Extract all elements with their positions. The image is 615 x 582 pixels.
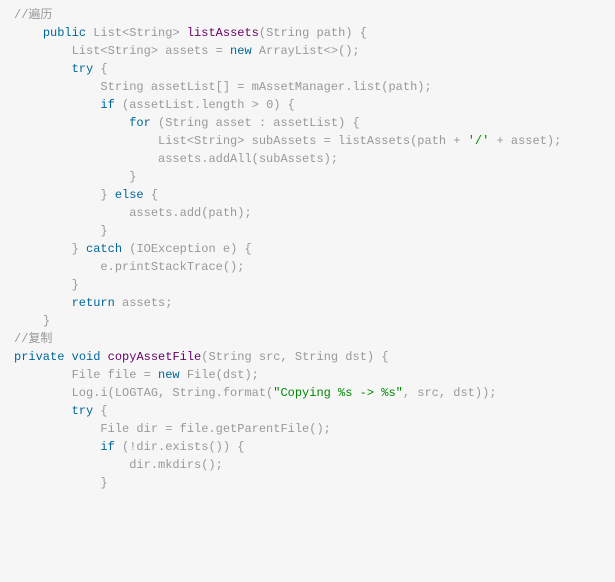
code-line: } — [0, 168, 615, 186]
code-token: new — [158, 368, 180, 382]
code-line: if (!dir.exists()) { — [0, 438, 615, 456]
code-token — [151, 116, 158, 130]
code-token — [100, 350, 107, 364]
code-token: public — [43, 26, 86, 40]
code-token: return — [72, 296, 115, 310]
code-line: } catch (IOException e) { — [0, 240, 615, 258]
code-line: } — [0, 474, 615, 492]
code-line: if (assetList.length > 0) { — [0, 96, 615, 114]
code-token: String asset : assetList — [165, 116, 338, 130]
code-token: assets; — [115, 296, 173, 310]
code-token: void — [72, 350, 101, 364]
code-token: String src, String dst — [208, 350, 366, 364]
code-token: for — [129, 116, 151, 130]
code-token: { — [381, 350, 388, 364]
code-line: } — [0, 312, 615, 330]
code-token: assetList.length > — [129, 98, 266, 112]
code-token — [252, 44, 259, 58]
code-token — [144, 188, 151, 202]
code-token: ) — [345, 26, 352, 40]
code-block: //遍历 public List<String> listAssets(Stri… — [0, 0, 615, 498]
code-token: , src, dst)); — [403, 386, 497, 400]
code-line: assets.addAll(subAssets); — [0, 150, 615, 168]
code-token — [115, 440, 122, 454]
code-token: private — [14, 350, 64, 364]
code-token: { — [244, 242, 251, 256]
code-token: { — [151, 188, 158, 202]
code-token: new — [230, 44, 252, 58]
code-token: } — [72, 278, 79, 292]
code-token: catch — [86, 242, 122, 256]
code-line: //复制 — [0, 330, 615, 348]
code-token — [79, 242, 86, 256]
code-token: ArrayList<>(); — [259, 44, 360, 58]
code-line: dir.mkdirs(); — [0, 456, 615, 474]
code-line: List<String> assets = new ArrayList<>(); — [0, 42, 615, 60]
code-token: { — [100, 404, 107, 418]
code-token: copyAssetFile — [108, 350, 202, 364]
code-line: Log.i(LOGTAG, String.format("Copying %s … — [0, 384, 615, 402]
code-token: try — [72, 404, 94, 418]
code-token: Log.i(LOGTAG, String.format( — [72, 386, 274, 400]
code-token — [115, 98, 122, 112]
code-token — [108, 188, 115, 202]
code-token: File(dst); — [180, 368, 259, 382]
code-token: List<String> subAssets = listAssets(path… — [158, 134, 468, 148]
code-token: } — [100, 224, 107, 238]
code-line: private void copyAssetFile(String src, S… — [0, 348, 615, 366]
code-token: ) — [223, 440, 230, 454]
code-token — [64, 350, 71, 364]
code-line: File dir = file.getParentFile(); — [0, 420, 615, 438]
code-token: } — [43, 314, 50, 328]
code-token: //遍历 — [14, 8, 52, 22]
code-token: String path — [266, 26, 345, 40]
code-token: { — [100, 62, 107, 76]
code-line: List<String> subAssets = listAssets(path… — [0, 132, 615, 150]
code-token: } — [72, 242, 79, 256]
code-line: File file = new File(dst); — [0, 366, 615, 384]
code-line: //遍历 — [0, 6, 615, 24]
code-line: for (String asset : assetList) { — [0, 114, 615, 132]
code-token: { — [237, 440, 244, 454]
code-token: List<String> — [93, 26, 187, 40]
code-token: { — [352, 116, 359, 130]
code-line: } — [0, 276, 615, 294]
code-token — [280, 98, 287, 112]
code-line: assets.add(path); — [0, 204, 615, 222]
code-token: try — [72, 62, 94, 76]
code-line: } else { — [0, 186, 615, 204]
code-line: e.printStackTrace(); — [0, 258, 615, 276]
code-token: '/' — [468, 134, 490, 148]
code-token: //复制 — [14, 332, 52, 346]
code-token: assets.add(path); — [129, 206, 251, 220]
code-token: } — [129, 170, 136, 184]
code-line: String assetList[] = mAssetManager.list(… — [0, 78, 615, 96]
code-line: public List<String> listAssets(String pa… — [0, 24, 615, 42]
code-token: String assetList[] = mAssetManager.list(… — [100, 80, 431, 94]
code-token: ( — [259, 26, 266, 40]
code-token: assets.addAll(subAssets); — [158, 152, 338, 166]
code-token: { — [360, 26, 367, 40]
code-token: e.printStackTrace(); — [100, 260, 244, 274]
code-token: + asset); — [489, 134, 561, 148]
code-line: try { — [0, 60, 615, 78]
code-token — [353, 26, 360, 40]
code-line: } — [0, 222, 615, 240]
code-token: } — [100, 476, 107, 490]
code-token: "Copying %s -> %s" — [273, 386, 403, 400]
code-token: dir.mkdirs(); — [129, 458, 223, 472]
code-token: else — [115, 188, 144, 202]
code-token: { — [288, 98, 295, 112]
code-token: IOException e — [136, 242, 230, 256]
code-line: return assets; — [0, 294, 615, 312]
code-token: if — [100, 98, 114, 112]
code-token: !dir.exists() — [129, 440, 223, 454]
code-token: File dir = file.getParentFile(); — [100, 422, 330, 436]
code-token: List<String> assets = — [72, 44, 230, 58]
code-token: if — [100, 440, 114, 454]
code-token: listAssets — [187, 26, 259, 40]
code-line: try { — [0, 402, 615, 420]
code-token: File file = — [72, 368, 158, 382]
code-token: } — [100, 188, 107, 202]
